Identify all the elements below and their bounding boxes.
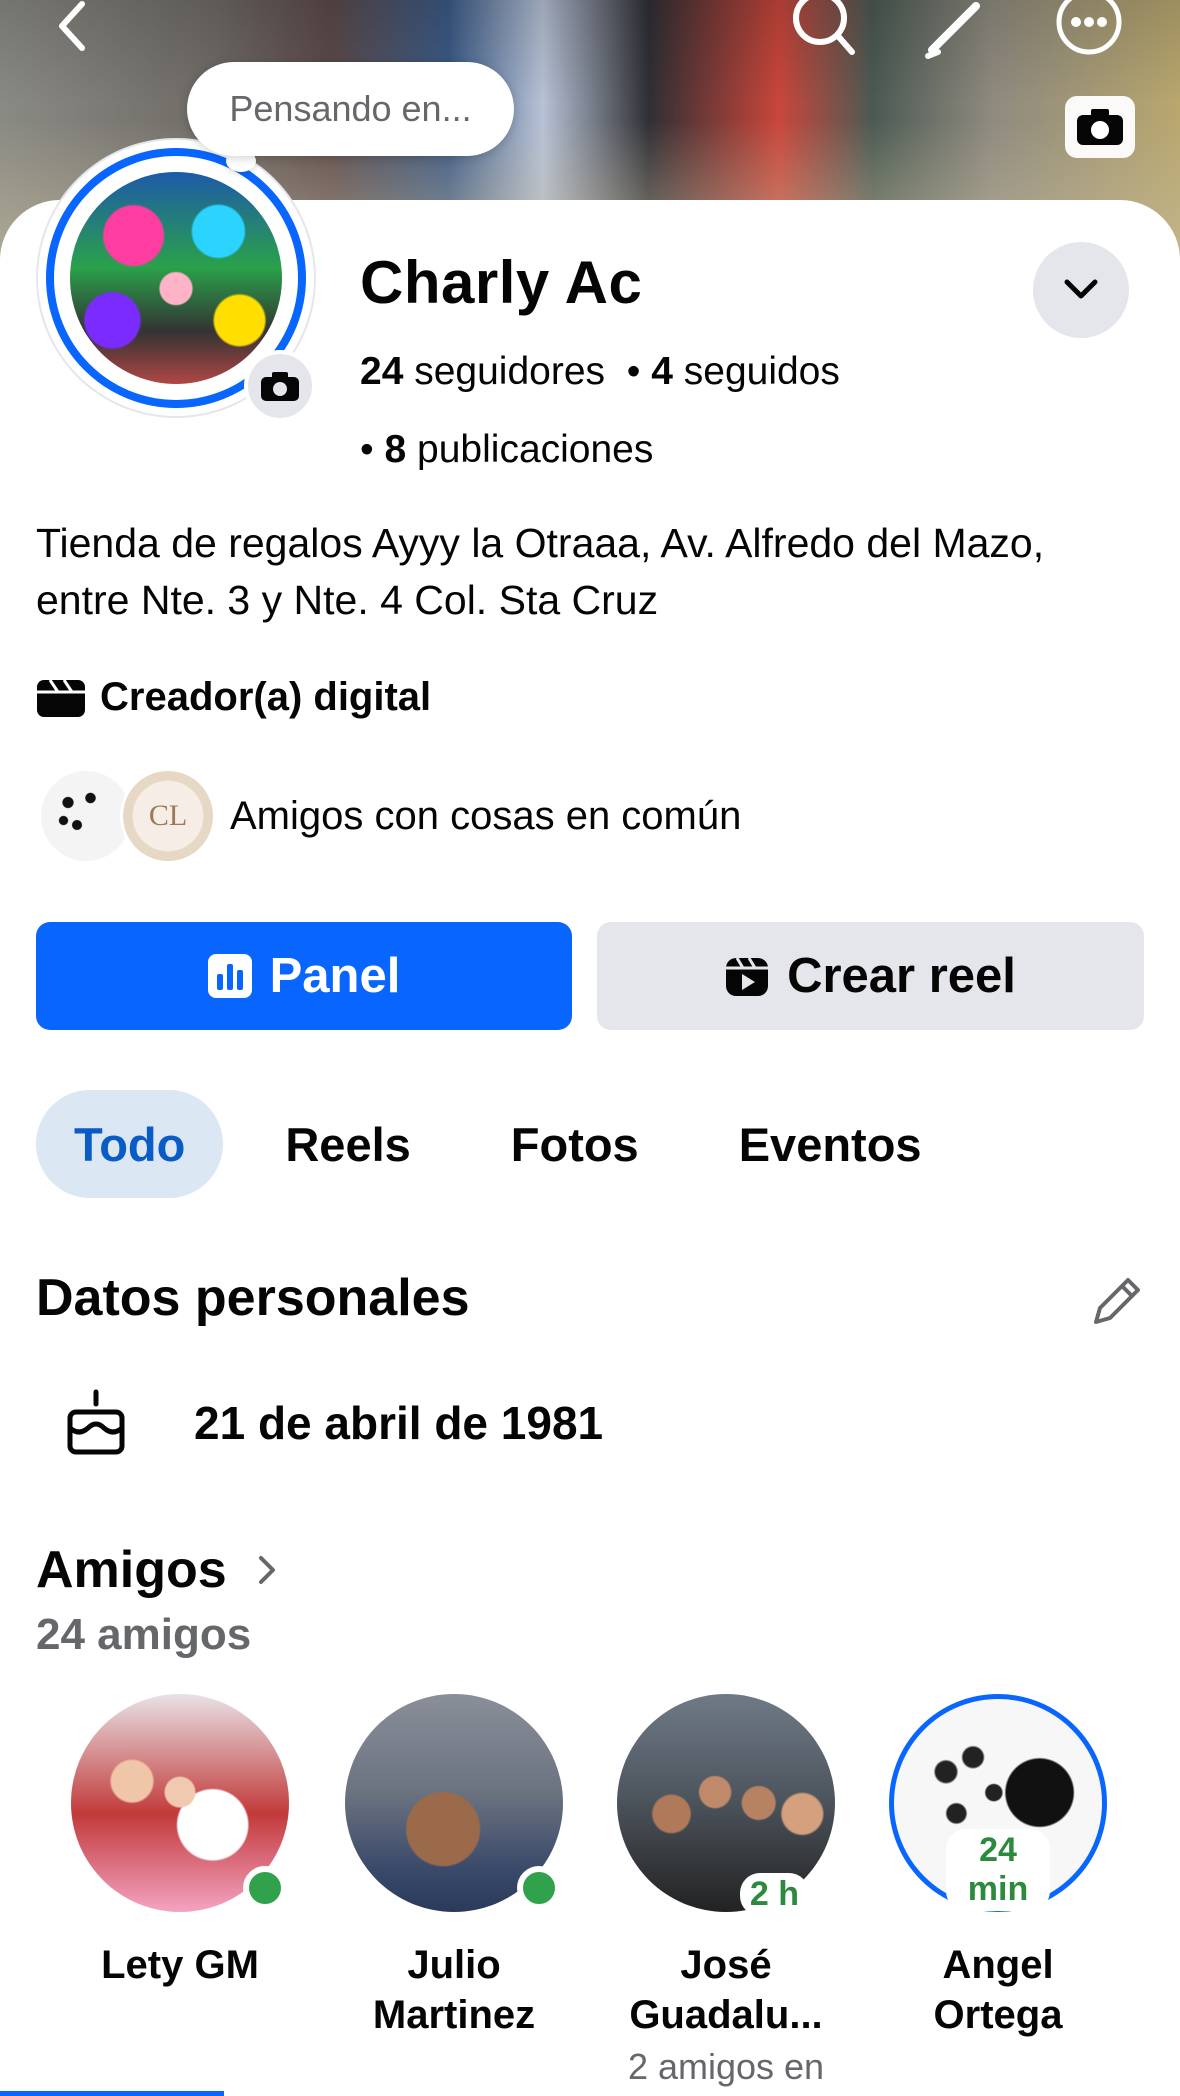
separator-dot: • bbox=[360, 428, 385, 471]
chevron-down-icon bbox=[1064, 279, 1098, 299]
more-button[interactable] bbox=[1052, 0, 1126, 60]
friends-header[interactable]: Amigos bbox=[36, 1540, 277, 1600]
cover-camera-button[interactable] bbox=[1065, 96, 1135, 158]
posts-stat[interactable]: 8 publicaciones bbox=[385, 428, 654, 471]
posts-label: publicaciones bbox=[417, 428, 654, 471]
chevron-right-icon bbox=[258, 1556, 275, 1584]
birthday-cake-icon bbox=[60, 1386, 132, 1458]
mutual-avatar-logo: CL bbox=[148, 799, 188, 832]
following-label: seguidos bbox=[683, 350, 840, 393]
friends-count: 24 amigos bbox=[36, 1610, 252, 1659]
profile-menu-button[interactable] bbox=[1033, 242, 1129, 338]
thought-bubble-placeholder: Pensando en... bbox=[229, 88, 472, 129]
thought-bubble[interactable]: Pensando en... bbox=[187, 62, 514, 156]
create-reel-label: Crear reel bbox=[787, 949, 1016, 1003]
clapperboard-icon bbox=[37, 678, 85, 717]
edit-personal-data-button[interactable] bbox=[1086, 1272, 1146, 1332]
reel-icon bbox=[726, 957, 769, 996]
more-icon bbox=[1056, 0, 1122, 55]
tab-todo[interactable]: Todo bbox=[36, 1090, 224, 1198]
back-button[interactable] bbox=[44, 0, 104, 60]
followers-label: seguidores bbox=[414, 350, 606, 393]
friend-card[interactable]: 24 min Angel Ortega bbox=[878, 1694, 1118, 2040]
create-reel-button[interactable]: Crear reel bbox=[597, 922, 1144, 1030]
online-indicator bbox=[243, 1866, 287, 1910]
panel-button-label: Panel bbox=[269, 949, 401, 1003]
followers-count: 24 bbox=[360, 350, 404, 393]
scroll-indicator bbox=[0, 2091, 224, 2096]
friend-photo bbox=[71, 1694, 289, 1912]
tab-reels[interactable]: Reels bbox=[247, 1090, 448, 1198]
stats-row: 24 seguidores • 4 seguidos bbox=[360, 350, 840, 394]
friend-photo: 2 h bbox=[617, 1694, 835, 1916]
category-row: Creador(a) digital bbox=[36, 675, 431, 720]
mutual-avatar: CL bbox=[120, 768, 216, 864]
edit-profile-button[interactable] bbox=[918, 0, 992, 60]
friend-card[interactable]: 2 h José Guadalu... 2 amigos en bbox=[606, 1694, 846, 2088]
pencil-icon bbox=[925, 2, 980, 59]
profile-bio: Tienda de regalos Ayyy la Otraaa, Av. Al… bbox=[36, 520, 1045, 623]
online-indicator bbox=[517, 1866, 561, 1910]
friend-card[interactable]: Julio Martinez bbox=[334, 1694, 574, 2040]
tab-fotos[interactable]: Fotos bbox=[473, 1090, 677, 1198]
tab-eventos[interactable]: Eventos bbox=[701, 1090, 960, 1198]
birthday-text: 21 de abril de 1981 bbox=[194, 1397, 604, 1449]
panel-button[interactable]: Panel bbox=[36, 922, 572, 1030]
friend-mutual-text: 2 amigos en bbox=[627, 2046, 825, 2087]
friend-photo: 24 min bbox=[889, 1694, 1107, 1912]
search-button[interactable] bbox=[786, 0, 860, 60]
profile-name: Charly Ac bbox=[360, 249, 643, 316]
chevron-left-icon bbox=[59, 1, 85, 51]
camera-icon bbox=[261, 372, 299, 401]
camera-icon bbox=[1077, 109, 1123, 145]
personal-data-title: Datos personales bbox=[36, 1269, 470, 1327]
friend-name: Julio Martinez bbox=[372, 1943, 536, 2037]
search-icon bbox=[793, 0, 855, 55]
category-label: Creador(a) digital bbox=[100, 675, 432, 719]
pencil-icon bbox=[1094, 1278, 1140, 1324]
posts-row: • 8 publicaciones bbox=[360, 428, 653, 472]
following-stat[interactable]: 4 seguidos bbox=[651, 350, 840, 393]
last-active-badge: 2 h bbox=[739, 1873, 809, 1916]
separator-dot: • bbox=[615, 350, 652, 393]
avatar-camera-button[interactable] bbox=[244, 350, 316, 422]
following-count: 4 bbox=[651, 350, 673, 393]
mutual-friends-row[interactable]: CL Amigos con cosas en común bbox=[38, 768, 741, 864]
last-active-badge: 24 min bbox=[946, 1829, 1050, 1911]
friends-title: Amigos bbox=[36, 1541, 227, 1599]
posts-count: 8 bbox=[384, 428, 407, 471]
followers-stat[interactable]: 24 seguidores bbox=[360, 350, 605, 393]
friend-name: Lety GM bbox=[101, 1943, 259, 1987]
dashboard-icon bbox=[207, 954, 252, 998]
avatar[interactable] bbox=[70, 172, 282, 384]
friend-name: Angel Ortega bbox=[933, 1943, 1063, 2037]
friend-card[interactable]: Lety GM bbox=[60, 1694, 300, 1990]
friend-name: José Guadalu... bbox=[629, 1943, 823, 2037]
profile-tabs: Todo Reels Fotos Eventos bbox=[36, 1090, 960, 1198]
friend-photo bbox=[345, 1694, 563, 1912]
mutual-friends-text: Amigos con cosas en común bbox=[230, 793, 742, 838]
